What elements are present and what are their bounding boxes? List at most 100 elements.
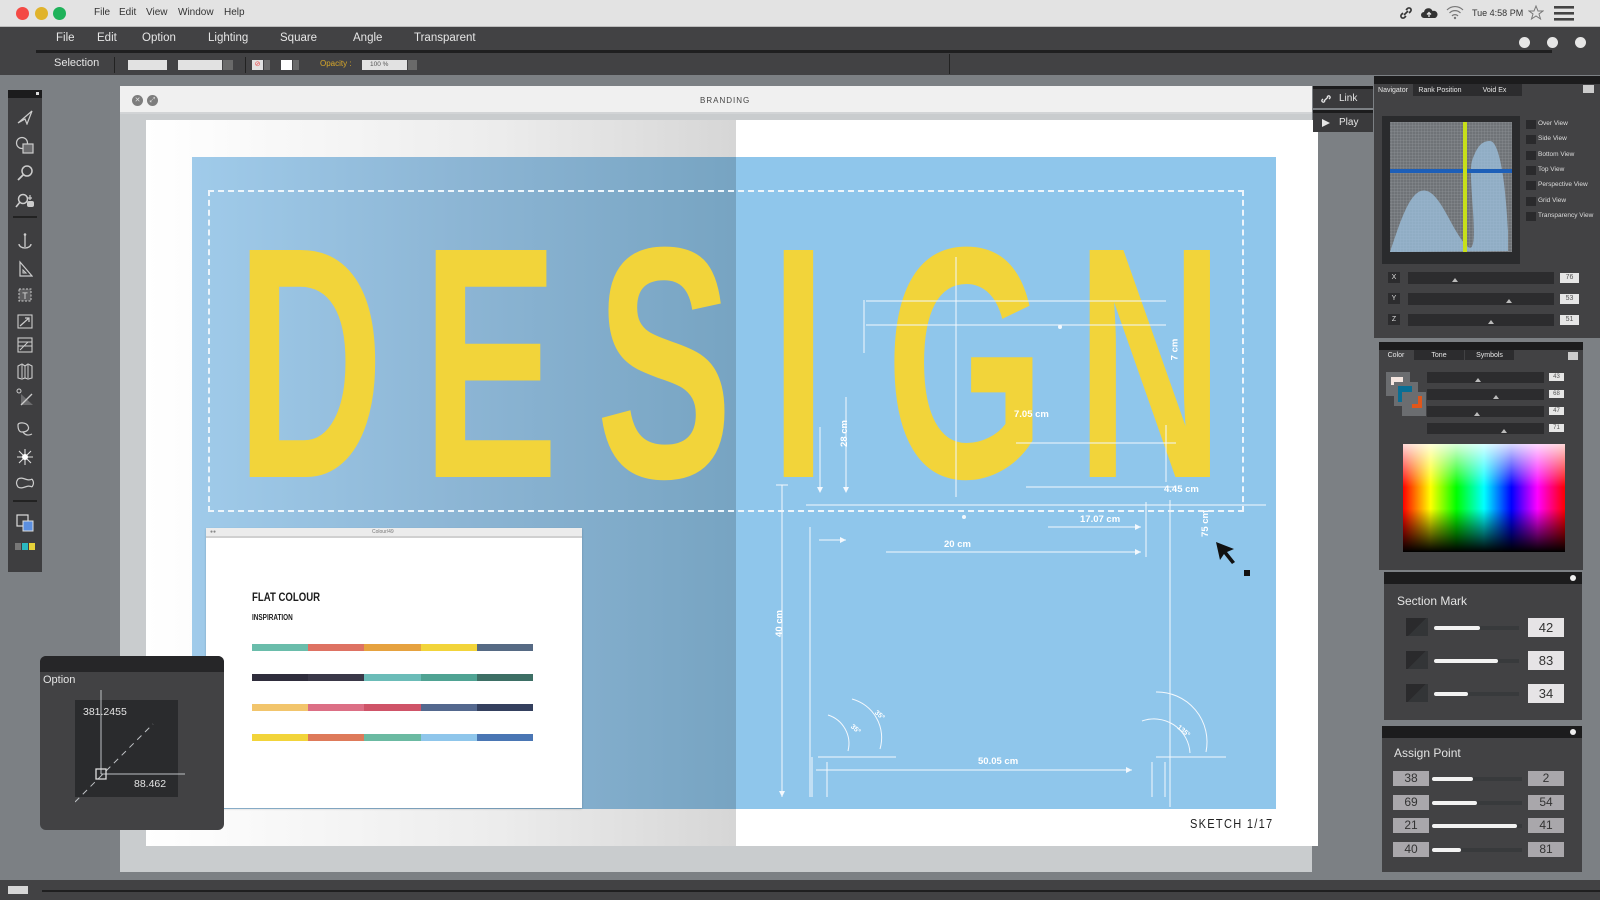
section-value[interactable]: 83 [1528, 651, 1564, 670]
image-edit-tool[interactable] [12, 334, 38, 356]
panel-grip[interactable] [1374, 76, 1600, 84]
palette-swatch[interactable] [420, 704, 477, 711]
slider-thumb[interactable] [1451, 278, 1458, 282]
menu-square[interactable]: Square [280, 32, 317, 44]
mac-menu-view[interactable]: View [146, 7, 168, 18]
stroke-width-field[interactable] [128, 60, 167, 70]
menu-transparent[interactable]: Transparent [414, 32, 476, 44]
zoom-hand-tool[interactable] [12, 190, 38, 212]
axis-value[interactable]: 51 [1560, 315, 1579, 325]
link-icon[interactable] [1399, 6, 1413, 20]
section-swatch[interactable] [1406, 684, 1428, 702]
tab-symbols[interactable]: Symbols [1465, 350, 1514, 360]
palette-row[interactable] [252, 734, 534, 741]
text-frame-tool[interactable]: T [12, 284, 38, 306]
palette-row[interactable] [252, 704, 534, 711]
stroke-style-field[interactable] [178, 60, 222, 70]
slider-thumb[interactable] [1475, 378, 1482, 382]
palette-swatch[interactable] [476, 674, 534, 681]
palette-row[interactable] [252, 644, 534, 651]
assign-right-value[interactable]: 81 [1528, 842, 1564, 858]
view-checkbox[interactable] [1526, 196, 1536, 206]
menu-lighting[interactable]: Lighting [208, 32, 248, 44]
assign-right-value[interactable]: 2 [1528, 771, 1564, 786]
menu-option[interactable]: Option [142, 32, 176, 44]
expand-document-button[interactable]: ⤢ [147, 95, 158, 106]
slider-thumb[interactable] [1493, 395, 1500, 399]
channel-value[interactable]: 71 [1549, 424, 1564, 432]
zoom-window-button[interactable] [53, 7, 66, 20]
tab-rank-position[interactable]: Rank Position [1413, 84, 1467, 96]
axis-slider[interactable] [1408, 293, 1554, 305]
hamburger-menu-icon[interactable] [1554, 5, 1574, 21]
toolbox-grip[interactable] [8, 90, 42, 98]
sparkle-tool[interactable] [12, 446, 38, 468]
assign-left-value[interactable]: 21 [1393, 818, 1429, 834]
tab-color[interactable]: Color [1379, 350, 1413, 360]
mac-menu-file[interactable]: File [94, 7, 110, 18]
slider-thumb[interactable] [1474, 412, 1481, 416]
navigator-preview[interactable] [1382, 116, 1520, 264]
axis-slider[interactable] [1408, 272, 1554, 284]
palette-swatch[interactable] [420, 644, 477, 651]
view-checkbox[interactable] [1526, 165, 1536, 175]
palette-swatch[interactable] [252, 704, 309, 711]
ruler-tool[interactable] [12, 258, 38, 280]
horizontal-scrollbar[interactable] [42, 890, 1600, 892]
view-checkbox[interactable] [1526, 181, 1536, 191]
stroke-stepper[interactable] [293, 60, 299, 70]
status-swatch[interactable] [8, 886, 28, 894]
axis-value[interactable]: 53 [1560, 294, 1579, 304]
panel-menu-button[interactable] [1568, 352, 1578, 360]
gradient-tool[interactable] [12, 310, 38, 332]
assign-left-value[interactable]: 40 [1393, 842, 1429, 858]
anchor-tool[interactable] [12, 230, 38, 252]
palette-swatch[interactable] [364, 704, 421, 711]
lasso-tool[interactable] [12, 418, 38, 440]
opacity-field[interactable]: 100 % [362, 60, 407, 70]
palette-swatch[interactable] [476, 704, 534, 711]
tab-navigator[interactable]: Navigator [1374, 84, 1412, 96]
assign-left-value[interactable]: 69 [1393, 794, 1429, 810]
tab-tone[interactable]: Tone [1414, 350, 1464, 360]
view-checkbox[interactable] [1526, 120, 1536, 129]
flat-colour-card[interactable] [206, 528, 582, 808]
palette-swatch[interactable] [308, 734, 365, 741]
color-mode-swatches[interactable] [12, 540, 38, 552]
assign-right-value[interactable]: 41 [1528, 818, 1564, 834]
stroke-style-dropdown[interactable] [223, 60, 233, 70]
shape-tool[interactable] [12, 134, 38, 156]
view-checkbox[interactable] [1526, 135, 1536, 145]
menu-file[interactable]: File [56, 32, 75, 44]
palette-row[interactable] [252, 674, 534, 681]
window-control-dot[interactable] [1547, 37, 1558, 48]
slider-thumb[interactable] [1501, 429, 1508, 433]
section-value[interactable]: 42 [1528, 618, 1564, 637]
menu-edit[interactable]: Edit [97, 32, 117, 44]
axis-slider[interactable] [1408, 314, 1554, 326]
card-window-controls[interactable]: ●● [210, 529, 216, 535]
channel-value[interactable]: 68 [1549, 390, 1564, 398]
select-arrow-tool[interactable] [12, 106, 38, 128]
color-spectrum-picker[interactable] [1403, 444, 1565, 552]
view-checkbox[interactable] [1526, 211, 1536, 221]
close-window-button[interactable] [16, 7, 29, 20]
channel-slider[interactable] [1427, 372, 1544, 383]
palette-swatch[interactable] [476, 644, 534, 651]
palette-swatch[interactable] [308, 644, 365, 651]
play-button[interactable]: Play [1313, 110, 1373, 132]
link-button[interactable]: Link [1313, 86, 1373, 108]
panel-grip[interactable] [1379, 342, 1583, 350]
panel-grip[interactable] [1384, 572, 1582, 584]
no-fill-swatch[interactable]: ⊘ [252, 60, 263, 70]
slider-thumb[interactable] [1505, 299, 1512, 303]
palette-swatch[interactable] [420, 734, 477, 741]
warp-tool[interactable] [12, 472, 38, 494]
assign-right-value[interactable]: 54 [1528, 794, 1564, 810]
window-control-dot[interactable] [1519, 37, 1530, 48]
cloud-upload-icon[interactable] [1420, 6, 1438, 20]
slider-thumb[interactable] [1488, 320, 1495, 324]
palette-swatch[interactable] [308, 704, 365, 711]
channel-slider[interactable] [1427, 423, 1544, 434]
section-swatch[interactable] [1406, 651, 1428, 669]
